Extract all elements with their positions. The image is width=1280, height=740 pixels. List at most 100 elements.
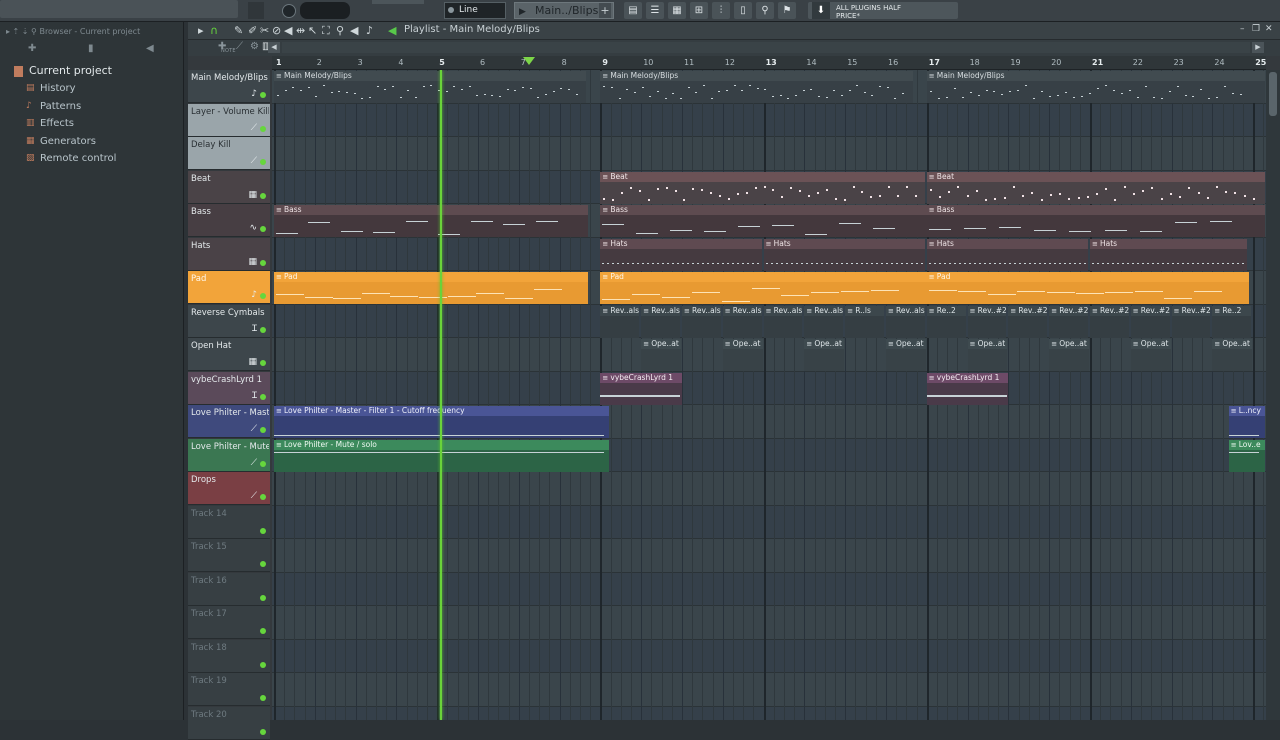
track-mute-led[interactable] — [260, 729, 266, 735]
mixer-icon[interactable]: ⊞ — [690, 2, 708, 19]
track-mute-led[interactable] — [260, 260, 266, 266]
track-mute-led[interactable] — [260, 561, 266, 567]
playlist-clip[interactable]: Rev..#2 — [1090, 306, 1129, 338]
playlist-clip[interactable]: Hats — [764, 239, 925, 271]
playlist-clip[interactable]: Rev..als — [600, 306, 639, 338]
playlist-clip[interactable]: Ope..at — [723, 339, 763, 371]
slice-tool-icon[interactable]: ⇹ — [296, 24, 305, 37]
playlist-clip[interactable]: Ope..at — [804, 339, 844, 371]
track-header[interactable]: Reverse CymbalsꞮ — [188, 305, 270, 338]
pattern-select[interactable]: ▶Main../Blips+ — [514, 2, 614, 19]
track-mute-led[interactable] — [260, 662, 266, 668]
arrangement-grid[interactable]: Main Melody/BlipsMain Melody/BlipsMain M… — [272, 70, 1266, 720]
record-mode-button[interactable] — [300, 2, 350, 19]
playlist-clip[interactable]: Re..2 — [927, 306, 966, 338]
gear-icon[interactable]: ⚙ — [250, 41, 259, 52]
track-header[interactable]: Main Melody/Blips♪ — [188, 70, 270, 103]
playback-tool-icon[interactable]: ◀ — [350, 24, 358, 37]
playlist-clip[interactable]: Ope..at — [641, 339, 681, 371]
brush-icon[interactable]: ✐ — [248, 24, 257, 37]
playlist-clip[interactable]: L..ncy — [1229, 406, 1265, 438]
track-header[interactable]: Layer - Volume Kill⟋ — [188, 104, 270, 137]
vertical-scrollbar[interactable] — [1266, 70, 1280, 720]
track-mute-led[interactable] — [260, 126, 266, 132]
playhead[interactable] — [440, 70, 442, 720]
track-mute-led[interactable] — [260, 394, 266, 400]
playlist-clip[interactable]: Pad — [927, 272, 1249, 304]
track-mute-led[interactable] — [260, 695, 266, 701]
playlist-clip[interactable]: vybeCrashLyrd 1 — [600, 373, 682, 405]
track-header[interactable]: Bass∿ — [188, 204, 270, 237]
master-pitch-slider[interactable] — [248, 2, 264, 19]
track-header[interactable]: Drops⟋ — [188, 472, 270, 505]
track-header[interactable]: Hats▦ — [188, 238, 270, 271]
track-header[interactable]: Track 18 — [188, 640, 270, 673]
select-tool-icon[interactable]: ↖ — [308, 24, 317, 37]
browser-folder-icon[interactable]: ▮ — [88, 43, 94, 54]
playlist-clip[interactable]: Hats — [1090, 239, 1247, 271]
playlist-clip[interactable]: Rev..#2 — [1049, 306, 1088, 338]
horizontal-scrollbar[interactable] — [282, 42, 1250, 53]
track-header[interactable]: Track 16 — [188, 573, 270, 606]
track-header[interactable]: Track 19 — [188, 673, 270, 706]
tree-item-history[interactable]: ▤History — [0, 80, 183, 98]
playlist-clip[interactable]: vybeCrashLyrd 1 — [927, 373, 1009, 405]
track-header[interactable]: Track 15 — [188, 539, 270, 572]
zoom-search-icon[interactable]: ⚲ — [336, 24, 344, 37]
zoom-tool-icon[interactable]: ⛶ — [322, 24, 330, 38]
track-header[interactable]: Love Philter - Mast..⟋ — [188, 405, 270, 438]
pencil-icon[interactable]: ✎ — [234, 24, 243, 37]
news-panel[interactable]: ⬇ ALL PLUGINS HALF PRICE* — [808, 2, 958, 19]
tree-item-patterns[interactable]: ♪Patterns — [0, 98, 183, 116]
track-mute-led[interactable] — [260, 92, 266, 98]
playlist-clip[interactable]: Main Melody/Blips — [274, 71, 586, 103]
playlist-icon[interactable]: ▤ — [624, 2, 642, 19]
playlist-clip[interactable]: Hats — [600, 239, 761, 271]
playlist-clip[interactable]: Rev..#2 — [1172, 306, 1211, 338]
playlist-clip[interactable]: Bass — [274, 205, 588, 237]
playlist-clip[interactable]: Rev..als — [804, 306, 843, 338]
mixer-sliders-icon[interactable]: ⫶ — [712, 2, 730, 19]
playlist-clip[interactable]: Pad — [600, 272, 926, 304]
track-mute-led[interactable] — [260, 461, 266, 467]
playlist-clip[interactable]: Hats — [927, 239, 1088, 271]
master-volume-knob[interactable] — [282, 4, 296, 18]
snap-select[interactable]: Line — [444, 2, 506, 19]
track-header[interactable]: Love Philter - Mute..⟋ — [188, 439, 270, 472]
playlist-clip[interactable]: Ope..at — [1131, 339, 1171, 371]
playlist-menu-icon[interactable]: ▸ — [198, 24, 204, 37]
track-mute-led[interactable] — [260, 360, 266, 366]
playlist-clip[interactable]: Main Melody/Blips — [927, 71, 1265, 103]
track-header[interactable]: Track 17 — [188, 606, 270, 639]
track-mute-led[interactable] — [260, 293, 266, 299]
track-header[interactable]: Delay Kill⟋ — [188, 137, 270, 170]
track-mute-led[interactable] — [260, 193, 266, 199]
track-header[interactable]: Beat▦ — [188, 171, 270, 204]
playlist-clip[interactable]: Ope..at — [886, 339, 926, 371]
tree-item-effects[interactable]: ▥Effects — [0, 115, 183, 133]
link-icon[interactable]: ⟋ — [236, 41, 243, 52]
playlist-clip[interactable]: Rev..als — [641, 306, 680, 338]
track-header[interactable]: vybeCrashLyrd 1Ɪ — [188, 372, 270, 405]
close-icon[interactable]: ✕ — [1265, 24, 1273, 34]
vertical-scroll-thumb[interactable] — [1269, 72, 1277, 116]
playlist-clip[interactable]: Rev..als — [886, 306, 925, 338]
touch-controller-icon[interactable]: ⚑ — [778, 2, 796, 19]
playlist-clip[interactable]: Rev..als — [682, 306, 721, 338]
playlist-clip[interactable]: Rev..#2 — [1008, 306, 1047, 338]
track-mute-led[interactable] — [260, 226, 266, 232]
track-header[interactable]: Open Hat▦ — [188, 338, 270, 371]
minimize-icon[interactable]: – — [1240, 24, 1245, 34]
scroll-right-button[interactable]: ▶ — [1252, 42, 1264, 53]
magnet-icon[interactable]: ∩ — [210, 24, 218, 37]
track-mute-led[interactable] — [260, 159, 266, 165]
tempo-display[interactable] — [372, 0, 424, 4]
track-header[interactable]: Track 14 — [188, 506, 270, 539]
delete-tool-icon[interactable]: ✂ — [260, 24, 269, 37]
scroll-left-button[interactable]: ◀ — [268, 42, 280, 53]
maximize-icon[interactable]: ❐ — [1252, 24, 1260, 34]
browser-icon[interactable]: ▯ — [734, 2, 752, 19]
track-header[interactable]: Pad♪ — [188, 271, 270, 304]
speaker-icon[interactable]: ♪ — [366, 24, 373, 37]
track-mute-led[interactable] — [260, 528, 266, 534]
